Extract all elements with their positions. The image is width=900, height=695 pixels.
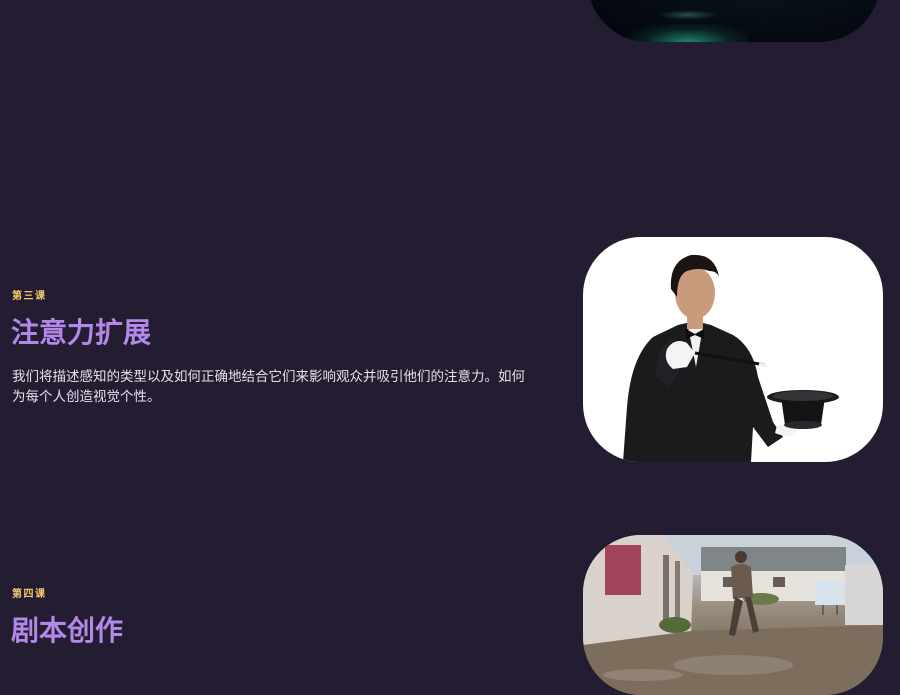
lesson-4-image [583,535,883,695]
lesson-4-title: 剧本创作 [11,614,124,647]
previous-lesson-image [588,0,880,42]
magician-illustration [623,254,839,462]
lesson-3-title: 注意力扩展 [11,316,152,349]
street-scene-illustration [583,535,883,695]
lesson-4-tag: 第四课 [12,589,47,600]
lesson-3-tag: 第三课 [12,291,47,302]
lesson-3-image [583,237,883,462]
lesson-3-description: 我们将描述感知的类型以及如何正确地结合它们来影响观众并吸引他们的注意力。如何为每… [12,369,525,405]
